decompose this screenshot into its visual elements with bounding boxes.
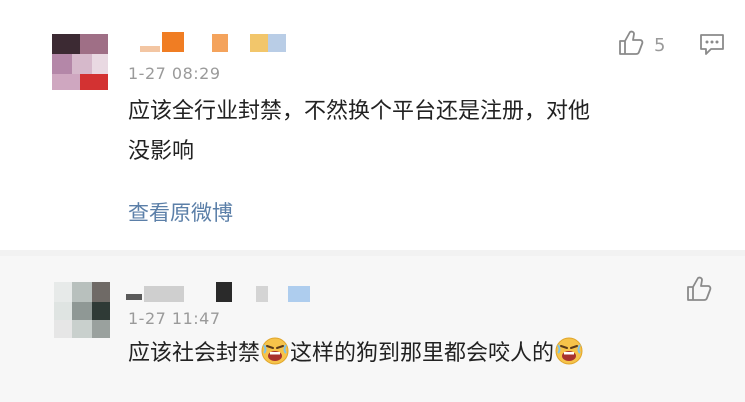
comment-2: 1-27 11:47 应该社会封禁 这样的狗到那里都会咬人的 — [0, 256, 745, 402]
like-button[interactable]: 5 — [616, 28, 665, 62]
username-blurred[interactable] — [130, 32, 300, 54]
like-count: 5 — [654, 34, 666, 56]
comment-bubble-icon[interactable] — [698, 30, 726, 62]
comment-text: 应该社会封禁 这样的狗到那里都会咬人的 — [128, 334, 718, 374]
angry-face-emoji-icon — [260, 336, 290, 366]
comment-time: 1-27 11:47 — [128, 309, 221, 328]
comment-text-line-2: 没影响 — [128, 139, 195, 164]
comment-1: 1-27 08:29 应该全行业封禁，不然换个平台还是注册，对他 没影响 查看原… — [0, 0, 745, 250]
comment-text: 应该全行业封禁，不然换个平台还是注册，对他 没影响 — [128, 92, 718, 172]
comment-text-part-1: 应该社会封禁 — [128, 341, 261, 366]
view-original-link[interactable]: 查看原微博 — [128, 197, 233, 227]
username-blurred[interactable] — [126, 282, 326, 304]
angry-face-emoji-icon — [554, 336, 584, 366]
avatar[interactable] — [52, 34, 108, 90]
comment-time: 1-27 08:29 — [128, 64, 221, 83]
like-button[interactable] — [684, 274, 714, 308]
avatar[interactable] — [54, 282, 110, 338]
comment-text-part-2: 这样的狗到那里都会咬人的 — [290, 341, 555, 366]
comment-text-line-1: 应该全行业封禁，不然换个平台还是注册，对他 — [128, 99, 591, 124]
thumbs-up-icon — [616, 28, 646, 62]
thumbs-up-icon — [684, 274, 714, 308]
